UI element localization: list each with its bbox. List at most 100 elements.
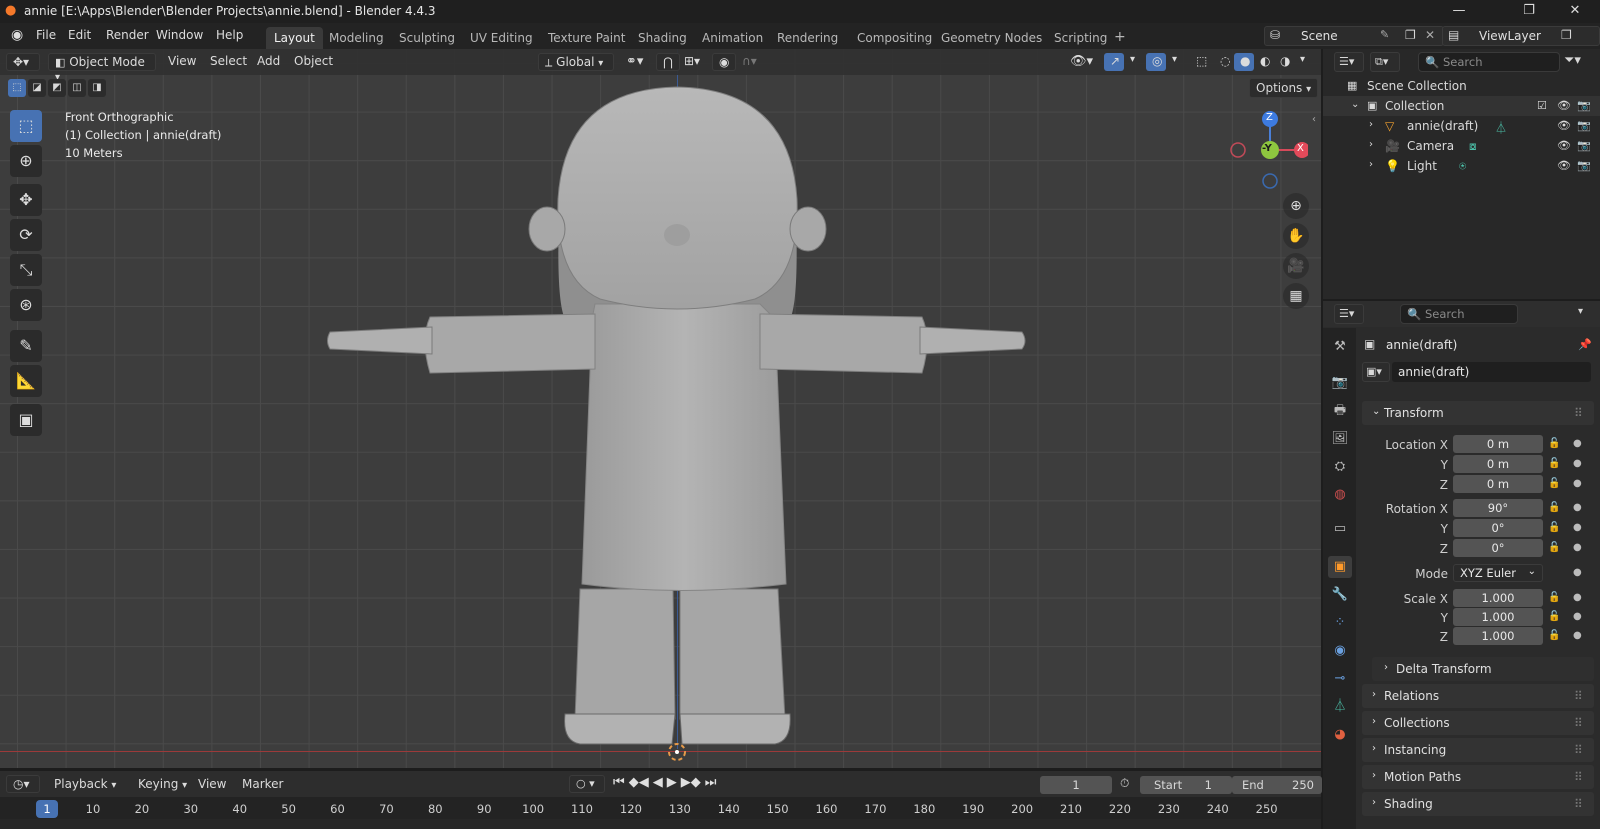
transform-tool-icon[interactable]: ⊛ [10,289,42,321]
tab-uv-editing[interactable]: UV Editing [462,27,541,49]
shading-panel-header[interactable]: › Shading ⠿ [1362,792,1594,816]
start-frame-field[interactable]: Start 1 [1140,776,1232,794]
rotation-x-field[interactable]: 90° [1453,499,1543,517]
properties-search-input[interactable]: 🔍 Search [1400,304,1518,324]
drag-handle-icon[interactable]: ⠿ [1574,689,1583,703]
chevron-down-icon[interactable]: ▾ [1166,53,1183,71]
3d-viewport[interactable] [0,49,1321,768]
annotate-tool-icon[interactable]: ✎ [10,330,42,362]
scene-selector[interactable]: ⛁ Scene ✎ ❐ ✕ [1264,26,1444,46]
outliner-item-light[interactable]: › 💡 Light ⍟ 👁 📷 [1323,156,1600,176]
menu-view[interactable]: View [162,53,202,71]
particles-tab-icon[interactable]: ⁘ [1328,612,1352,634]
world-tab-icon[interactable]: ◍ [1328,484,1352,506]
menu-render[interactable]: Render [106,28,149,42]
object-tab-icon[interactable]: ▣ [1328,556,1352,578]
outliner-search-input[interactable]: 🔍 Search [1418,52,1560,72]
xray-icon[interactable]: ⬚ [1190,53,1213,71]
new-viewlayer-icon[interactable]: ❐ [1561,28,1572,42]
new-scene-icon[interactable]: ❐ [1405,28,1416,42]
keyframe-dot-icon[interactable]: ● [1573,458,1582,469]
lock-icon[interactable]: 🔓 [1548,502,1560,513]
tool-tab-icon[interactable]: ⚒ [1328,336,1352,358]
select-extend-icon[interactable]: ◪ [28,79,46,97]
scale-x-field[interactable]: 1.000 [1453,589,1543,607]
outliner-item-camera[interactable]: › 🎥 Camera ⧇ 👁 📷 [1323,136,1600,156]
chevron-right-icon[interactable]: › [1369,119,1373,130]
proportional-edit-icon[interactable]: ◉ [712,53,737,71]
keyframe-dot-icon[interactable]: ● [1573,522,1582,533]
select-intersect-icon[interactable]: ◨ [88,79,106,97]
lock-icon[interactable]: 🔓 [1548,458,1560,469]
display-mode-icon[interactable]: ⧉▾ [1370,52,1400,72]
chevron-down-icon[interactable]: ⌄ [1351,99,1359,110]
menu-select[interactable]: Select [204,53,253,71]
filter-icon[interactable]: ⏷▾ [1564,53,1581,68]
tab-geometry-nodes[interactable]: Geometry Nodes [933,27,1050,49]
lock-icon[interactable]: 🔓 [1548,592,1560,603]
tab-scripting[interactable]: Scripting [1046,27,1115,49]
menu-timeline-view[interactable]: View [192,776,232,794]
chevron-down-icon[interactable]: ▾ [1124,53,1141,71]
measure-tool-icon[interactable]: 📐 [10,365,42,397]
snap-icon[interactable]: ⋂ [656,53,680,71]
mode-selector[interactable]: ◧ Object Mode ▾ [48,53,156,83]
jump-end-icon[interactable]: ⏭ [705,775,717,790]
tab-texture-paint[interactable]: Texture Paint [540,27,633,49]
rotation-z-field[interactable]: 0° [1453,539,1543,557]
lock-icon[interactable]: 🔓 [1548,438,1560,449]
falloff-icon[interactable]: ∩▾ [736,53,763,71]
pin-icon[interactable]: ✎ [1380,28,1389,41]
properties-editor-type-icon[interactable]: ☰▾ [1334,304,1364,324]
menu-help[interactable]: Help [216,28,243,42]
tab-rendering[interactable]: Rendering [769,27,846,49]
chevron-down-icon[interactable]: ▾ [1578,306,1583,317]
overlay-toggle-icon[interactable]: ◎ [1146,53,1166,71]
render-camera-icon[interactable]: 📷 [1577,99,1591,112]
play-icon[interactable]: ▶ [667,775,677,790]
play-reverse-icon[interactable]: ◀ [653,775,663,790]
outliner-collection[interactable]: ⌄ ▣ Collection ☑ 👁 📷 [1323,96,1600,116]
collections-panel-header[interactable]: › Collections ⠿ [1362,711,1594,735]
render-camera-icon[interactable]: 📷 [1577,139,1591,152]
tab-sculpting[interactable]: Sculpting [391,27,463,49]
eye-icon[interactable]: 👁 [1557,119,1571,132]
tab-layout[interactable]: Layout [266,27,323,49]
jump-start-icon[interactable]: ⏮ [613,775,625,790]
outliner-item-annie[interactable]: › ▽ annie(draft) ⏃ 👁 📷 [1323,116,1600,136]
camera-view-icon[interactable]: 🎥 [1283,253,1309,279]
lock-icon[interactable]: 🔓 [1548,630,1560,641]
menu-marker[interactable]: Marker [236,776,289,794]
zoom-icon[interactable]: ⊕ [1283,193,1309,219]
character-model[interactable] [0,49,1321,768]
chevron-right-icon[interactable]: › [1369,159,1373,170]
drag-handle-icon[interactable]: ⠿ [1574,406,1583,420]
lock-icon[interactable]: 🔓 [1548,611,1560,622]
data-tab-icon[interactable]: ⏃ [1328,696,1352,718]
eye-icon[interactable]: 👁 [1557,139,1571,152]
scale-z-field[interactable]: 1.000 [1453,627,1543,645]
keyframe-dot-icon[interactable]: ● [1573,438,1582,449]
drag-handle-icon[interactable]: ⠿ [1574,743,1583,757]
pin-icon[interactable]: 📌 [1578,338,1592,351]
chevron-down-icon[interactable]: ▾ [1294,53,1311,71]
gizmo-toggle-icon[interactable]: ↗ [1104,53,1124,71]
visibility-icon[interactable]: 👁▾ [1064,53,1099,71]
scene-tab-icon[interactable]: ⛭ [1328,456,1352,478]
keyframe-dot-icon[interactable]: ● [1573,478,1582,489]
stopwatch-icon[interactable]: ⏱ [1120,776,1129,791]
lock-icon[interactable]: 🔓 [1548,542,1560,553]
instancing-panel-header[interactable]: › Instancing ⠿ [1362,738,1594,762]
snap-target-icon[interactable]: ⊞▾ [678,53,706,71]
lock-icon[interactable]: 🔓 [1548,478,1560,489]
pivot-icon[interactable]: ⚭▾ [620,53,649,71]
tab-shading[interactable]: Shading [630,27,695,49]
editor-type-button[interactable]: ✥▾ [6,53,40,71]
menu-keying[interactable]: Keying ▾ [132,776,193,794]
delete-scene-icon[interactable]: ✕ [1425,28,1435,42]
rotation-mode-dropdown[interactable]: XYZ Euler ⌄ [1453,564,1543,582]
eye-icon[interactable]: 👁 [1557,159,1571,172]
options-button[interactable]: Options ▾ [1249,78,1319,98]
next-keyframe-icon[interactable]: ▶◆ [681,775,701,790]
keyframe-dot-icon[interactable]: ● [1573,592,1582,603]
